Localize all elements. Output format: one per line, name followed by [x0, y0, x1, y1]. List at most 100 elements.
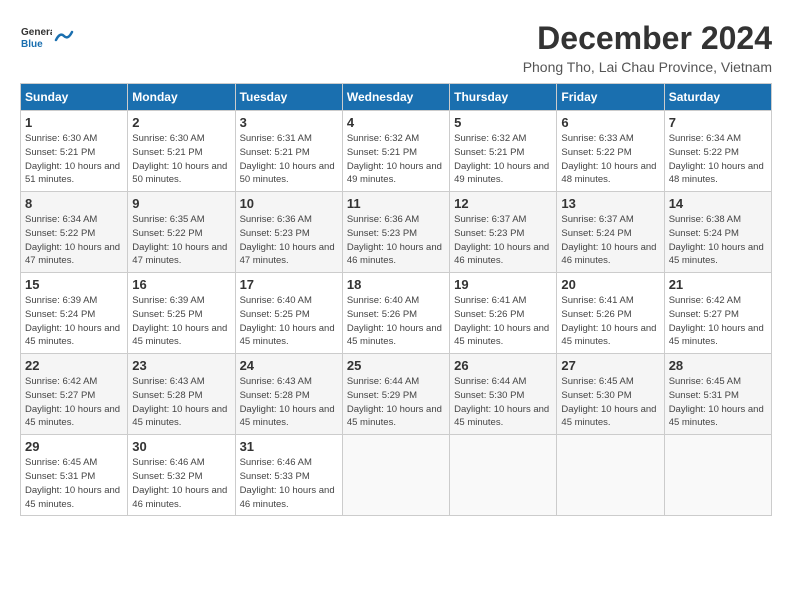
day-number: 18: [347, 277, 445, 292]
day-number: 3: [240, 115, 338, 130]
day-info: Sunrise: 6:36 AM Sunset: 5:23 PM Dayligh…: [240, 213, 338, 268]
day-number: 12: [454, 196, 552, 211]
day-number: 31: [240, 439, 338, 454]
col-friday: Friday: [557, 84, 664, 111]
day-info: Sunrise: 6:32 AM Sunset: 5:21 PM Dayligh…: [347, 132, 445, 187]
table-row: 16 Sunrise: 6:39 AM Sunset: 5:25 PM Dayli…: [128, 273, 235, 354]
day-info: Sunrise: 6:35 AM Sunset: 5:22 PM Dayligh…: [132, 213, 230, 268]
logo-wave-icon: [54, 26, 74, 46]
day-number: 1: [25, 115, 123, 130]
table-row: 2 Sunrise: 6:30 AM Sunset: 5:21 PM Daylig…: [128, 111, 235, 192]
day-info: Sunrise: 6:30 AM Sunset: 5:21 PM Dayligh…: [25, 132, 123, 187]
table-row: 7 Sunrise: 6:34 AM Sunset: 5:22 PM Daylig…: [664, 111, 771, 192]
table-row: 17Sunrise: 6:40 AM Sunset: 5:25 PM Dayli…: [235, 273, 342, 354]
table-row: 13Sunrise: 6:37 AM Sunset: 5:24 PM Dayli…: [557, 192, 664, 273]
day-number: 2: [132, 115, 230, 130]
table-row: 1 Sunrise: 6:30 AM Sunset: 5:21 PM Daylig…: [21, 111, 128, 192]
table-row: 10 Sunrise: 6:36 AM Sunset: 5:23 PM Dayli…: [235, 192, 342, 273]
title-block: December 2024 Phong Tho, Lai Chau Provin…: [523, 20, 772, 75]
day-info: Sunrise: 6:44 AM Sunset: 5:29 PM Dayligh…: [347, 375, 445, 430]
calendar-week-row: 29 Sunrise: 6:45 AM Sunset: 5:31 PM Dayli…: [21, 435, 772, 516]
svg-text:General: General: [21, 27, 52, 38]
day-number: 20: [561, 277, 659, 292]
logo: General Blue: [20, 20, 74, 52]
table-row: 5 Sunrise: 6:32 AM Sunset: 5:21 PM Daylig…: [450, 111, 557, 192]
day-number: 19: [454, 277, 552, 292]
day-number: 6: [561, 115, 659, 130]
day-info: Sunrise: 6:39 AM Sunset: 5:24 PM Dayligh…: [25, 294, 123, 349]
table-row: 24 Sunrise: 6:43 AM Sunset: 5:28 PM Dayli…: [235, 354, 342, 435]
day-number: 8: [25, 196, 123, 211]
day-info: Sunrise: 6:34 AM Sunset: 5:22 PM Dayligh…: [25, 213, 123, 268]
calendar-week-row: 1 Sunrise: 6:30 AM Sunset: 5:21 PM Daylig…: [21, 111, 772, 192]
day-info: Sunrise: 6:40 AM Sunset: 5:25 PM Dayligh…: [240, 294, 338, 349]
table-row: [664, 435, 771, 516]
day-number: 7: [669, 115, 767, 130]
col-saturday: Saturday: [664, 84, 771, 111]
day-number: 26: [454, 358, 552, 373]
day-number: 29: [25, 439, 123, 454]
day-number: 15: [25, 277, 123, 292]
day-number: 27: [561, 358, 659, 373]
table-row: 20Sunrise: 6:41 AM Sunset: 5:26 PM Dayli…: [557, 273, 664, 354]
table-row: 30 Sunrise: 6:46 AM Sunset: 5:32 PM Dayli…: [128, 435, 235, 516]
day-number: 25: [347, 358, 445, 373]
day-info: Sunrise: 6:45 AM Sunset: 5:31 PM Dayligh…: [25, 456, 123, 511]
table-row: [450, 435, 557, 516]
table-row: 23 Sunrise: 6:43 AM Sunset: 5:28 PM Dayli…: [128, 354, 235, 435]
day-info: Sunrise: 6:33 AM Sunset: 5:22 PM Dayligh…: [561, 132, 659, 187]
day-info: Sunrise: 6:39 AM Sunset: 5:25 PM Dayligh…: [132, 294, 230, 349]
day-info: Sunrise: 6:37 AM Sunset: 5:23 PM Dayligh…: [454, 213, 552, 268]
calendar-week-row: 15 Sunrise: 6:39 AM Sunset: 5:24 PM Dayli…: [21, 273, 772, 354]
calendar-header-row: Sunday Monday Tuesday Wednesday Thursday…: [21, 84, 772, 111]
table-row: 21Sunrise: 6:42 AM Sunset: 5:27 PM Dayli…: [664, 273, 771, 354]
table-row: 12 Sunrise: 6:37 AM Sunset: 5:23 PM Dayli…: [450, 192, 557, 273]
calendar-week-row: 8 Sunrise: 6:34 AM Sunset: 5:22 PM Daylig…: [21, 192, 772, 273]
day-number: 22: [25, 358, 123, 373]
day-info: Sunrise: 6:32 AM Sunset: 5:21 PM Dayligh…: [454, 132, 552, 187]
day-info: Sunrise: 6:46 AM Sunset: 5:33 PM Dayligh…: [240, 456, 338, 511]
day-info: Sunrise: 6:34 AM Sunset: 5:22 PM Dayligh…: [669, 132, 767, 187]
day-number: 13: [561, 196, 659, 211]
day-number: 14: [669, 196, 767, 211]
table-row: 19 Sunrise: 6:41 AM Sunset: 5:26 PM Dayli…: [450, 273, 557, 354]
table-row: 18 Sunrise: 6:40 AM Sunset: 5:26 PM Dayli…: [342, 273, 449, 354]
table-row: 6 Sunrise: 6:33 AM Sunset: 5:22 PM Daylig…: [557, 111, 664, 192]
table-row: 3Sunrise: 6:31 AM Sunset: 5:21 PM Daylig…: [235, 111, 342, 192]
day-number: 23: [132, 358, 230, 373]
day-number: 5: [454, 115, 552, 130]
day-number: 16: [132, 277, 230, 292]
day-number: 28: [669, 358, 767, 373]
day-number: 24: [240, 358, 338, 373]
table-row: 8 Sunrise: 6:34 AM Sunset: 5:22 PM Daylig…: [21, 192, 128, 273]
day-number: 9: [132, 196, 230, 211]
table-row: [342, 435, 449, 516]
table-row: 25 Sunrise: 6:44 AM Sunset: 5:29 PM Dayli…: [342, 354, 449, 435]
day-number: 11: [347, 196, 445, 211]
table-row: 9 Sunrise: 6:35 AM Sunset: 5:22 PM Daylig…: [128, 192, 235, 273]
table-row: 26Sunrise: 6:44 AM Sunset: 5:30 PM Dayli…: [450, 354, 557, 435]
day-info: Sunrise: 6:38 AM Sunset: 5:24 PM Dayligh…: [669, 213, 767, 268]
day-info: Sunrise: 6:41 AM Sunset: 5:26 PM Dayligh…: [454, 294, 552, 349]
page-title: December 2024: [523, 20, 772, 57]
table-row: 29 Sunrise: 6:45 AM Sunset: 5:31 PM Dayli…: [21, 435, 128, 516]
table-row: 28Sunrise: 6:45 AM Sunset: 5:31 PM Dayli…: [664, 354, 771, 435]
day-info: Sunrise: 6:30 AM Sunset: 5:21 PM Dayligh…: [132, 132, 230, 187]
day-info: Sunrise: 6:43 AM Sunset: 5:28 PM Dayligh…: [132, 375, 230, 430]
table-row: 14 Sunrise: 6:38 AM Sunset: 5:24 PM Dayli…: [664, 192, 771, 273]
svg-text:Blue: Blue: [21, 39, 43, 50]
day-number: 10: [240, 196, 338, 211]
day-info: Sunrise: 6:40 AM Sunset: 5:26 PM Dayligh…: [347, 294, 445, 349]
table-row: 15 Sunrise: 6:39 AM Sunset: 5:24 PM Dayli…: [21, 273, 128, 354]
day-info: Sunrise: 6:43 AM Sunset: 5:28 PM Dayligh…: [240, 375, 338, 430]
day-info: Sunrise: 6:42 AM Sunset: 5:27 PM Dayligh…: [669, 294, 767, 349]
calendar-week-row: 22Sunrise: 6:42 AM Sunset: 5:27 PM Dayli…: [21, 354, 772, 435]
logo-bird-icon: General Blue: [20, 20, 52, 52]
table-row: [557, 435, 664, 516]
calendar-table: Sunday Monday Tuesday Wednesday Thursday…: [20, 83, 772, 516]
day-number: 30: [132, 439, 230, 454]
table-row: 22Sunrise: 6:42 AM Sunset: 5:27 PM Dayli…: [21, 354, 128, 435]
col-monday: Monday: [128, 84, 235, 111]
day-info: Sunrise: 6:46 AM Sunset: 5:32 PM Dayligh…: [132, 456, 230, 511]
page-subtitle: Phong Tho, Lai Chau Province, Vietnam: [523, 59, 772, 75]
